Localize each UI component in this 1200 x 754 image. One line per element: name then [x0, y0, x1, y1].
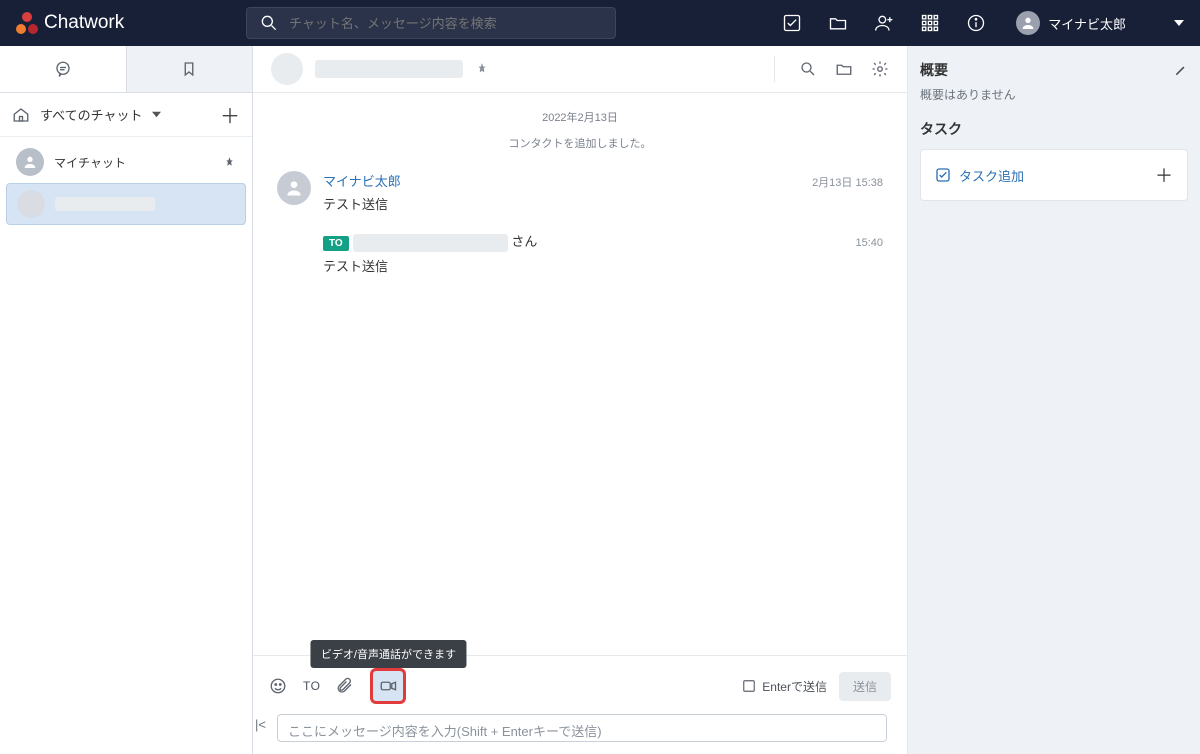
- attachment-icon[interactable]: [336, 677, 354, 695]
- sidebar: すべてのチャット ＋ マイチャット ████████: [0, 46, 253, 754]
- home-icon: [12, 106, 30, 124]
- chat-item-selected[interactable]: ████████: [6, 183, 246, 225]
- collapse-handle-icon[interactable]: |<: [255, 717, 266, 732]
- chevron-down-icon: [152, 110, 161, 119]
- send-button[interactable]: 送信: [839, 672, 891, 701]
- task-icon[interactable]: [782, 13, 802, 33]
- message: TO ████████ さん 15:40 テスト送信: [277, 231, 883, 275]
- message-sender[interactable]: マイナビ太郎: [323, 171, 401, 190]
- tab-chats[interactable]: [0, 46, 127, 92]
- sidebar-filter[interactable]: すべてのチャット ＋: [0, 93, 252, 137]
- video-icon: [379, 677, 397, 695]
- composer: |< TO ビデオ/音声通話ができます: [253, 655, 907, 754]
- sidebar-tabs: [0, 46, 252, 93]
- info-icon[interactable]: [966, 13, 986, 33]
- apps-grid-icon[interactable]: [920, 13, 940, 33]
- enter-send-label: Enterで送信: [762, 678, 827, 695]
- message: マイナビ太郎 2月13日 15:38 テスト送信: [277, 171, 883, 213]
- plus-icon: ＋: [1155, 162, 1173, 188]
- chat-icon: [54, 60, 72, 78]
- tab-bookmarks[interactable]: [127, 46, 253, 92]
- user-menu[interactable]: マイナビ太郎: [1016, 11, 1184, 35]
- chat-item-label: マイチャット: [54, 154, 126, 171]
- message-time: 15:40: [855, 237, 883, 249]
- task-add-label: タスク追加: [959, 166, 1024, 185]
- message-body: テスト送信: [323, 256, 883, 275]
- brand-mark-icon: [16, 12, 38, 34]
- add-contact-icon[interactable]: [874, 13, 894, 33]
- chat-list: マイチャット ████████: [0, 137, 252, 229]
- summary-empty-text: 概要はありません: [920, 86, 1188, 103]
- filter-label: すべてのチャット: [40, 105, 142, 124]
- message-timeline: 2022年2月13日 コンタクトを追加しました。 マイナビ太郎 2月13日 15…: [253, 93, 907, 655]
- new-chat-button[interactable]: ＋: [220, 100, 240, 129]
- chat-title: ████████: [315, 60, 463, 78]
- pin-icon[interactable]: [475, 62, 489, 76]
- user-name: マイナビ太郎: [1048, 14, 1126, 33]
- search-icon: [259, 13, 279, 33]
- message-time: 2月13日 15:38: [812, 174, 883, 190]
- emoji-icon[interactable]: [269, 677, 287, 695]
- message-input[interactable]: ここにメッセージ内容を入力(Shift + Enterキーで送信): [277, 714, 887, 742]
- brand-logo[interactable]: Chatwork: [16, 12, 246, 34]
- chat-item-mychat[interactable]: マイチャット: [6, 141, 246, 183]
- summary-title: 概要: [920, 60, 948, 80]
- to-badge: TO: [323, 236, 349, 251]
- avatar: [17, 190, 45, 218]
- video-call-tooltip: ビデオ/音声通話ができます: [311, 640, 466, 668]
- task-header: タスク: [920, 119, 1188, 139]
- avatar: [1016, 11, 1040, 35]
- task-check-icon: [935, 167, 951, 183]
- avatar: [16, 148, 44, 176]
- checkbox-icon: [742, 679, 756, 693]
- date-separator: 2022年2月13日: [277, 109, 883, 125]
- avatar: [277, 171, 311, 205]
- to-button[interactable]: TO: [303, 679, 320, 693]
- chat-item-label: ████████: [55, 197, 155, 211]
- video-call-button[interactable]: [370, 668, 406, 704]
- avatar: [271, 53, 303, 85]
- brand-name: Chatwork: [44, 12, 124, 34]
- summary-header: 概要: [920, 60, 1188, 80]
- task-add-card[interactable]: タスク追加 ＋: [920, 149, 1188, 201]
- folder-icon[interactable]: [828, 13, 848, 33]
- folder-icon[interactable]: [835, 60, 853, 78]
- to-recipient: ████████: [353, 234, 508, 252]
- to-suffix: さん: [511, 234, 537, 249]
- search-input[interactable]: [289, 16, 603, 31]
- bookmark-icon: [180, 60, 198, 78]
- gear-icon[interactable]: [871, 60, 889, 78]
- top-icon-group: [782, 13, 986, 33]
- right-panel: 概要 概要はありません タスク タスク追加 ＋: [908, 46, 1200, 754]
- chat-header: ████████: [253, 46, 907, 93]
- enter-send-toggle[interactable]: Enterで送信: [742, 678, 827, 695]
- task-title: タスク: [920, 119, 962, 139]
- edit-icon[interactable]: [1174, 63, 1188, 77]
- message-body: テスト送信: [323, 194, 883, 213]
- search-icon[interactable]: [799, 60, 817, 78]
- topbar: Chatwork マイナビ太郎: [0, 0, 1200, 46]
- chat-column: ████████ 2022年2月13日 コンタクトを追加しました。: [253, 46, 908, 754]
- pin-icon[interactable]: [223, 156, 236, 169]
- system-message: コンタクトを追加しました。: [277, 135, 883, 151]
- chevron-down-icon: [1174, 18, 1184, 28]
- search-box[interactable]: [246, 7, 616, 39]
